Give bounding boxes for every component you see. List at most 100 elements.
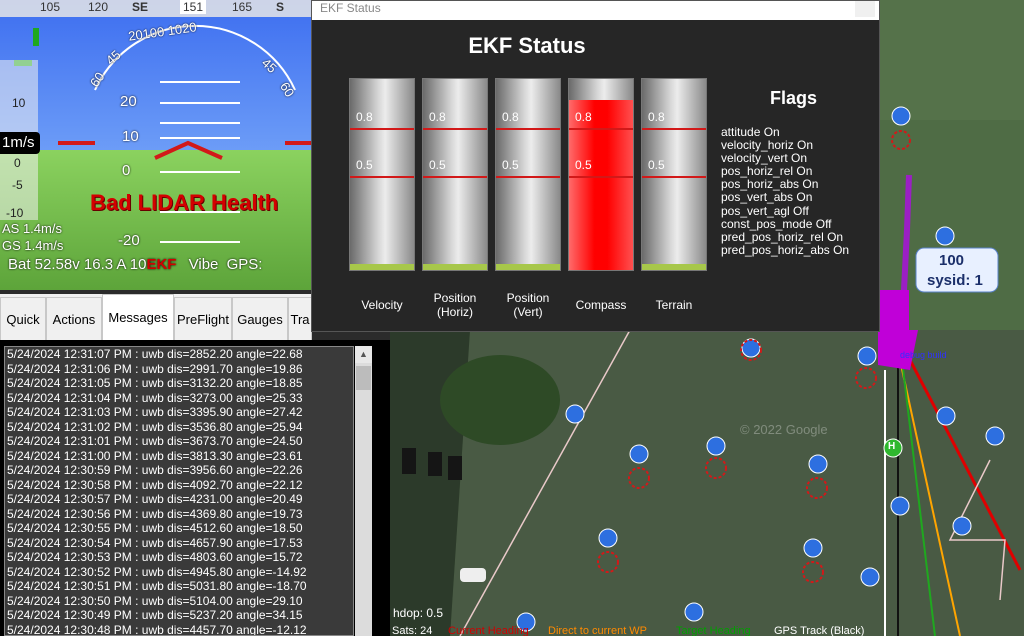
pitch-label: 20 bbox=[120, 93, 137, 110]
message-line: 5/24/2024 12:31:04 PM : uwb dis=3273.00 … bbox=[7, 390, 303, 405]
debug-build-label: debug build bbox=[900, 350, 947, 360]
vehicle-label: 100 bbox=[939, 252, 965, 269]
flags-title: Flags bbox=[770, 88, 818, 108]
map-legend: Sats: 24 Current Heading Direct to curre… bbox=[390, 625, 1024, 636]
map-view[interactable]: H debug build © 2022 Google bbox=[390, 330, 1024, 636]
threshold-label: 0.8 bbox=[648, 110, 665, 125]
message-line: 5/24/2024 12:30:56 PM : uwb dis=4369.80 … bbox=[7, 506, 303, 521]
tab-bar: Quick Actions Messages PreFlight Gauges … bbox=[0, 294, 312, 340]
message-line: 5/24/2024 12:30:51 PM : uwb dis=5031.80 … bbox=[7, 579, 307, 593]
threshold-line bbox=[642, 175, 706, 178]
legend-target-heading: Target Heading bbox=[676, 625, 751, 636]
map-pin-icon bbox=[952, 516, 972, 536]
lidar-warning: Bad LIDAR Health bbox=[90, 190, 279, 215]
vibe-indicator[interactable]: Vibe bbox=[189, 256, 219, 273]
message-line: 5/24/2024 12:30:49 PM : uwb dis=5237.20 … bbox=[7, 608, 303, 622]
message-line: 5/24/2024 12:31:03 PM : uwb dis=3395.90 … bbox=[7, 405, 303, 419]
legend-gps-track: GPS Track (Black) bbox=[774, 625, 865, 636]
message-line: 5/24/2024 12:31:02 PM : uwb dis=3536.80 … bbox=[7, 419, 303, 434]
message-line: 5/24/2024 12:30:59 PM : uwb dis=3956.60 … bbox=[7, 463, 303, 477]
flag-item: pos_vert_abs On bbox=[721, 190, 813, 205]
scroll-thumb[interactable] bbox=[356, 366, 371, 390]
threshold-line bbox=[350, 175, 414, 178]
messages-panel: 5/24/2024 12:31:07 PM : uwb dis=2852.20 … bbox=[0, 340, 390, 636]
scroll-up-icon[interactable]: ▲ bbox=[355, 346, 372, 363]
threshold-line bbox=[496, 175, 560, 178]
ekf-bar-label: Position (Vert) bbox=[506, 291, 550, 319]
sats-readout: Sats: 24 bbox=[392, 625, 433, 636]
mission-planner-window: 105 120 SE 151 165 S 20100 1020 60 45 45… bbox=[0, 0, 1024, 636]
map-graphics bbox=[390, 330, 1024, 636]
threshold-line bbox=[642, 128, 706, 131]
message-line: 5/24/2024 12:30:54 PM : uwb dis=4657.90 … bbox=[7, 535, 303, 550]
ekf-status-window: EKF Status EKF Status 0.8 0.5 Velocity 0.8 0… bbox=[311, 0, 880, 332]
ekf-bar-label: Compass bbox=[575, 298, 627, 312]
ekf-bar-fill bbox=[496, 264, 560, 270]
flags-list: attitude On velocity_horiz On velocity_ver… bbox=[721, 125, 850, 257]
ekf-bar-fill bbox=[642, 264, 706, 270]
message-line: 5/24/2024 12:30:52 PM : uwb dis=4945.80 … bbox=[7, 564, 307, 579]
gps-indicator[interactable]: GPS: bbox=[227, 256, 263, 273]
threshold-label: 0.8 bbox=[356, 110, 373, 125]
threshold-line bbox=[423, 128, 487, 131]
home-label: H bbox=[888, 441, 896, 452]
threshold-label: 0.5 bbox=[502, 157, 519, 172]
threshold-label: 0.8 bbox=[575, 110, 592, 125]
tab-truncated[interactable]: Tra bbox=[288, 297, 312, 340]
map-pin-icon bbox=[890, 496, 910, 516]
threshold-line bbox=[496, 128, 560, 131]
message-line: 5/24/2024 12:30:57 PM : uwb dis=4231.00 … bbox=[7, 492, 303, 506]
ekf-bar-label: Position (Horiz) bbox=[433, 291, 477, 319]
map-pin-icon bbox=[684, 602, 704, 622]
threshold-label: 0.8 bbox=[502, 110, 519, 125]
message-line: 5/24/2024 12:31:06 PM : uwb dis=2991.70 … bbox=[7, 361, 303, 376]
flag-item: pred_pos_horiz_rel On bbox=[721, 229, 844, 244]
pitch-label: 0 bbox=[122, 162, 131, 179]
map-watermark: © 2022 Google bbox=[740, 422, 828, 437]
message-line: 5/24/2024 12:31:05 PM : uwb dis=3132.20 … bbox=[7, 376, 303, 390]
ekf-bar-compass: 0.8 0.5 bbox=[568, 78, 634, 271]
legend-current-heading: Current Heading bbox=[448, 625, 529, 636]
window-titlebar[interactable]: EKF Status bbox=[312, 1, 879, 20]
map-pin-icon bbox=[565, 404, 585, 424]
ekf-bar-label: Terrain bbox=[655, 298, 693, 312]
map-pin-icon bbox=[985, 426, 1005, 446]
tab-preflight[interactable]: PreFlight bbox=[174, 297, 232, 340]
flag-item: pos_vert_agl Off bbox=[721, 203, 809, 218]
message-line: 5/24/2024 12:31:01 PM : uwb dis=3673.70 … bbox=[7, 434, 303, 448]
map-pin-icon bbox=[860, 567, 880, 587]
tab-gauges[interactable]: Gauges bbox=[232, 297, 288, 340]
ekf-bar-position-horiz: 0.8 0.5 bbox=[422, 78, 488, 271]
threshold-line bbox=[423, 175, 487, 178]
ekf-bar-terrain: 0.8 0.5 bbox=[641, 78, 707, 271]
tab-messages[interactable]: Messages bbox=[102, 294, 174, 340]
message-line: 5/24/2024 12:30:58 PM : uwb dis=4092.70 … bbox=[7, 477, 303, 492]
threshold-label: 0.5 bbox=[356, 157, 373, 172]
ekf-bar-fill bbox=[350, 264, 414, 270]
sysid-label: sysid: 1 bbox=[927, 272, 983, 289]
tab-actions[interactable]: Actions bbox=[46, 297, 102, 340]
close-button[interactable] bbox=[855, 1, 875, 17]
pitch-label: -20 bbox=[118, 232, 140, 249]
threshold-label: 0.5 bbox=[575, 157, 592, 172]
legend-direct-wp: Direct to current WP bbox=[548, 625, 648, 636]
ekf-bar-position-vert: 0.8 0.5 bbox=[495, 78, 561, 271]
ekf-bar-label: Velocity bbox=[361, 298, 403, 312]
ekf-bar-fill bbox=[569, 100, 633, 270]
ekf-indicator[interactable]: EKF bbox=[146, 256, 176, 273]
tab-quick[interactable]: Quick bbox=[0, 297, 46, 340]
messages-scrollbar[interactable]: ▲ bbox=[355, 346, 372, 636]
ekf-heading: EKF Status bbox=[468, 33, 586, 58]
map-pin-icon bbox=[936, 406, 956, 426]
threshold-label: 0.5 bbox=[429, 157, 446, 172]
message-line: 5/24/2024 12:30:55 PM : uwb dis=4512.60 … bbox=[7, 521, 303, 535]
threshold-line bbox=[569, 175, 633, 178]
map-view-upper[interactable]: 100 sysid: 1 bbox=[879, 0, 1024, 330]
hdop-readout: hdop: 0.5 bbox=[393, 606, 444, 620]
hud-attitude-indicator: 105 120 SE 151 165 S 20100 1020 60 45 45… bbox=[0, 0, 312, 290]
flag-item: pred_pos_horiz_abs On bbox=[721, 242, 850, 257]
threshold-label: 0.5 bbox=[648, 157, 665, 172]
ekf-bar-velocity: 0.8 0.5 bbox=[349, 78, 415, 271]
messages-list[interactable]: 5/24/2024 12:31:07 PM : uwb dis=2852.20 … bbox=[4, 346, 354, 636]
ekf-bar-fill bbox=[423, 264, 487, 270]
